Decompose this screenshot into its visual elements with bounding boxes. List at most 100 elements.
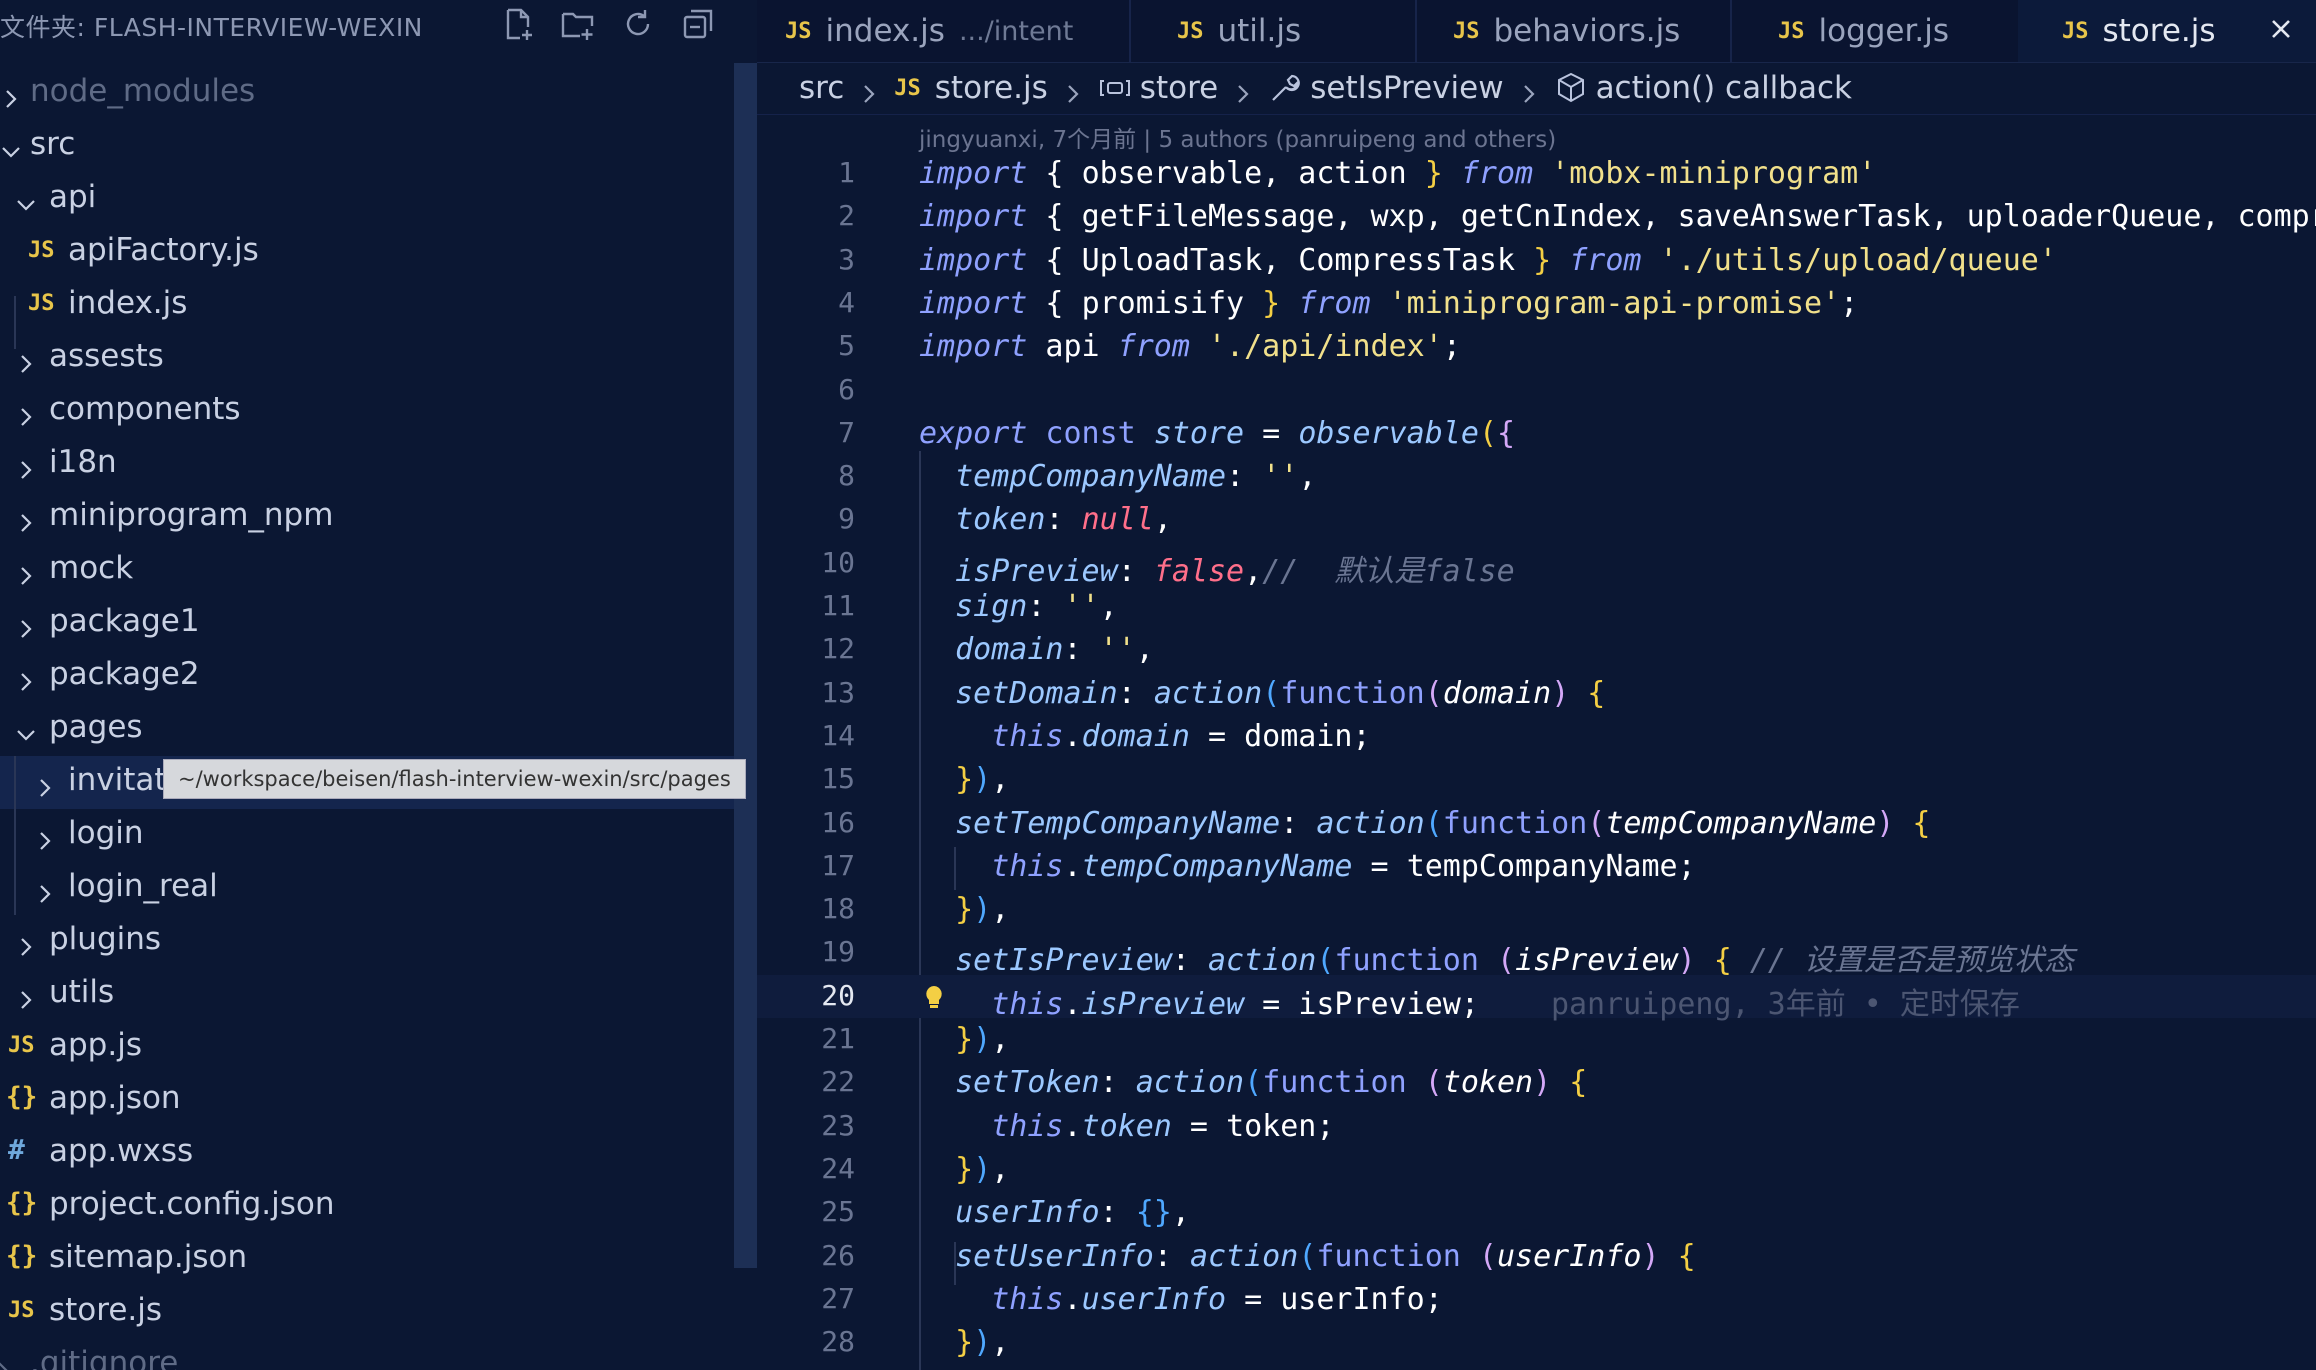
tree-item[interactable]: components	[0, 385, 740, 438]
tree-item[interactable]: login_real	[0, 862, 740, 915]
tree-item[interactable]: {} sitemap.json	[0, 1233, 740, 1286]
code-line[interactable]: 3 import { UploadTask, CompressTask } fro…	[757, 239, 2316, 282]
code-line[interactable]: 4 import { promisify } from 'miniprogram-…	[757, 282, 2316, 325]
code-token: action	[1189, 1238, 1299, 1274]
tree-item[interactable]: JS store.js	[0, 1286, 740, 1339]
code-line[interactable]: 1 import { observable, action } from 'mob…	[757, 152, 2316, 195]
tree-item[interactable]: {} app.json	[0, 1074, 740, 1127]
code-token: (	[1406, 1065, 1443, 1101]
code-token: api	[1027, 329, 1118, 365]
lightbulb-icon[interactable]	[919, 983, 949, 1013]
tree-item[interactable]: {} project.config.json	[0, 1180, 740, 1233]
code-line[interactable]: 16 setTempCompanyName: action(function(t…	[757, 802, 2316, 845]
code-token: }	[955, 762, 974, 798]
code-line[interactable]: 6	[757, 369, 2316, 412]
code-token: =	[1171, 1108, 1227, 1144]
tree-item[interactable]: miniprogram_npm	[0, 491, 740, 544]
tree-item[interactable]: node_modules	[0, 67, 740, 120]
sidebar-scrollbar[interactable]	[734, 63, 757, 1268]
tree-item[interactable]: i18n	[0, 438, 740, 491]
tree-item[interactable]: JS index.js	[0, 279, 740, 332]
code-token: tempCompanyName	[1081, 848, 1353, 884]
code-token: tempCompanyName	[955, 459, 1227, 495]
code-line[interactable]: 24 }),	[757, 1148, 2316, 1191]
code-token: UploadTask, CompressTask	[1081, 242, 1516, 278]
code-line[interactable]: 13 setDomain: action(function(domain) {	[757, 672, 2316, 715]
code-line[interactable]: 2 import { getFileMessage, wxp, getCnInde…	[757, 195, 2316, 238]
tree-item[interactable]: pages	[0, 703, 740, 756]
tree-item[interactable]: assests	[0, 332, 740, 385]
new-folder-icon[interactable]	[558, 4, 598, 44]
tree-item[interactable]: package1	[0, 597, 740, 650]
code-text: setDomain: action(function(domain) {	[919, 676, 1605, 711]
new-file-icon[interactable]	[498, 4, 538, 44]
json-file-icon: {}	[6, 1082, 38, 1112]
code-token: }	[955, 1325, 974, 1361]
tab-logger-js[interactable]: JS logger.js	[1730, 0, 2020, 62]
refresh-icon[interactable]	[618, 4, 658, 44]
collapse-all-icon[interactable]	[678, 4, 718, 44]
code-line[interactable]: 18 }),	[757, 888, 2316, 931]
code-token: setDomain	[955, 675, 1118, 711]
breadcrumb-file[interactable]: JS store.js	[894, 70, 1048, 106]
tree-item[interactable]: utils	[0, 968, 740, 1021]
code-line[interactable]: 20 this.isPreview = isPreview; panruipeng…	[757, 974, 2316, 1022]
tree-item[interactable]: .gitignore	[0, 1339, 740, 1370]
code-line[interactable]: 22 setToken: action(function (token) {	[757, 1061, 2316, 1104]
code-line[interactable]: 7 export const store = observable({	[757, 412, 2316, 455]
breadcrumb: src JS store.js store setIsPreview actio…	[757, 62, 2316, 115]
code-line[interactable]: 11 sign: '',	[757, 585, 2316, 628]
chevron-right-icon	[1232, 77, 1254, 103]
code-line[interactable]: 23 this.token = token;	[757, 1105, 2316, 1148]
tab-behaviors-js[interactable]: JS behaviors.js	[1415, 0, 1732, 62]
code-line[interactable]: 10 isPreview: false,// 默认是false	[757, 542, 2316, 589]
code-token: action	[1316, 805, 1425, 841]
code-token: )	[1641, 1238, 1660, 1274]
tree-item[interactable]: package2	[0, 650, 740, 703]
breadcrumb-symbol-setispreview[interactable]: setIsPreview	[1268, 70, 1504, 106]
tab-store-js[interactable]: JS store.js	[2018, 0, 2316, 62]
tree-item[interactable]: JS apiFactory.js	[0, 226, 740, 279]
code-token: }	[955, 892, 974, 928]
tree-item[interactable]: # app.wxss	[0, 1127, 740, 1180]
tab-util-js[interactable]: JS util.js	[1129, 0, 1417, 62]
code-line[interactable]: 14 this.domain = domain;	[757, 715, 2316, 758]
tab-index-js[interactable]: JS index.js .../intent	[757, 0, 1131, 62]
code-line[interactable]: 8 tempCompanyName: '',	[757, 455, 2316, 498]
code-line[interactable]: 19 setIsPreview: action(function (isPrev…	[757, 931, 2316, 978]
code-line[interactable]: 9 token: null,	[757, 498, 2316, 541]
tree-item[interactable]: mock	[0, 544, 740, 597]
code-token: (	[1478, 943, 1516, 979]
tree-item[interactable]: plugins	[0, 915, 740, 968]
code-token: :	[1280, 805, 1317, 841]
breadcrumb-file-label: store.js	[934, 70, 1048, 106]
code-line[interactable]: 28 }),	[757, 1321, 2316, 1364]
code-line[interactable]: 12 domain: '',	[757, 628, 2316, 671]
code-line[interactable]: 26 setUserInfo: action(function (userInf…	[757, 1235, 2316, 1278]
code-editor[interactable]: jingyuanxi, 7个月前 | 5 authors (panruipeng…	[757, 114, 2316, 1370]
line-number: 12	[821, 632, 855, 666]
code-line[interactable]: 15 }),	[757, 758, 2316, 801]
code-token: ''	[1099, 632, 1136, 668]
close-icon[interactable]	[2266, 14, 2296, 44]
line-number: 3	[838, 242, 855, 276]
code-token: this	[991, 986, 1064, 1022]
code-token: 'mobx-miniprogram'	[1551, 156, 1877, 191]
tree-item[interactable]: JS app.js	[0, 1021, 740, 1074]
code-line[interactable]: 25 userInfo: {},	[757, 1191, 2316, 1234]
code-line[interactable]: 21 }),	[757, 1018, 2316, 1061]
code-line[interactable]: 17 this.tempCompanyName = tempCompanyNam…	[757, 845, 2316, 888]
breadcrumb-symbol-store[interactable]: store	[1098, 70, 1218, 106]
code-token: ,	[1099, 589, 1118, 624]
code-line[interactable]: 27 this.userInfo = userInfo;	[757, 1278, 2316, 1321]
code-text: }),	[919, 1022, 1009, 1057]
tree-item[interactable]: api	[0, 173, 740, 226]
breadcrumb-folder[interactable]: src	[799, 70, 844, 106]
codelens-authors[interactable]: jingyuanxi, 7个月前 | 5 authors (panruipeng…	[919, 120, 1556, 154]
code-line[interactable]: 5 import api from './api/index';	[757, 325, 2316, 368]
tree-item[interactable]: src	[0, 120, 740, 173]
tree-item[interactable]: login	[0, 809, 740, 862]
breadcrumb-symbol-callback[interactable]: action() callback	[1554, 70, 1852, 106]
code-token: )	[973, 762, 992, 798]
